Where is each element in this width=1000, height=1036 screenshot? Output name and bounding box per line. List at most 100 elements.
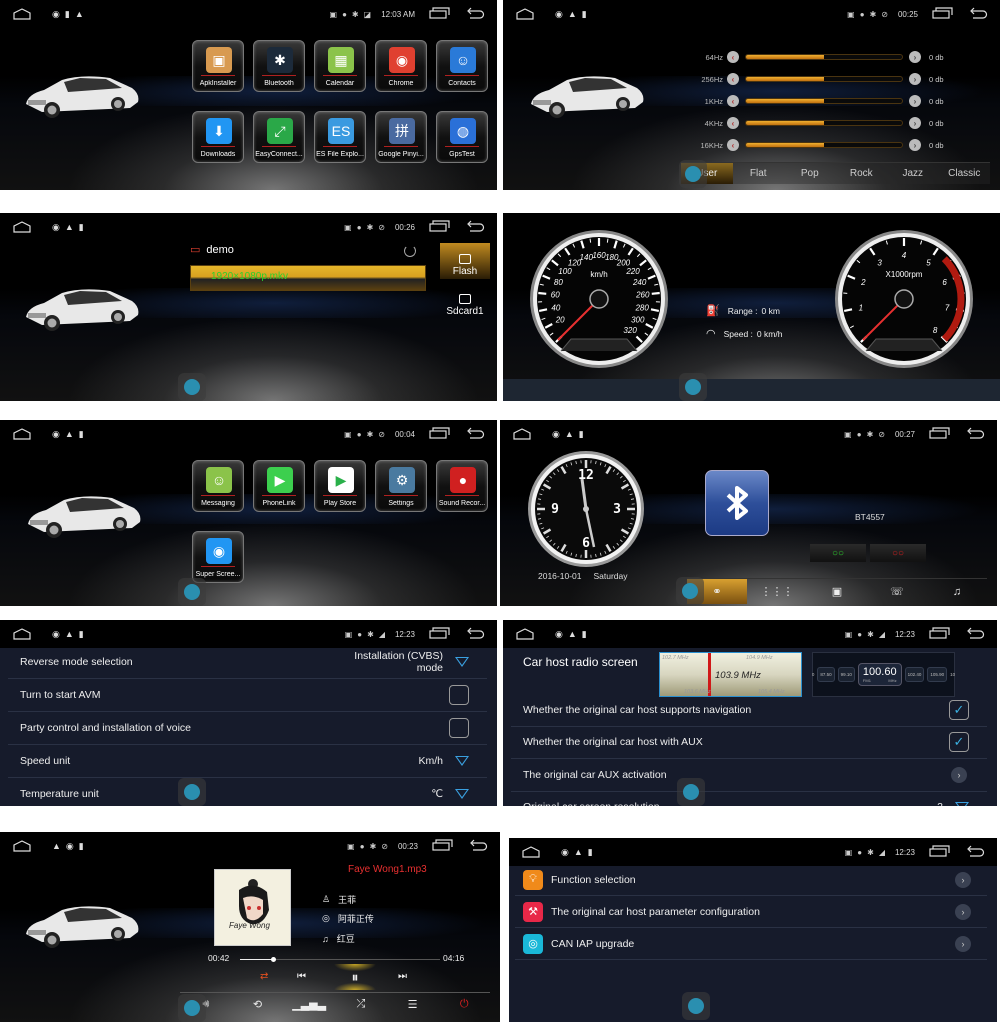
repeat-icon[interactable]: ⟲ xyxy=(232,998,284,1011)
checkbox-unchecked[interactable] xyxy=(449,685,469,705)
eq-slider[interactable] xyxy=(745,76,903,82)
eq-slider[interactable] xyxy=(745,142,903,148)
app-settings[interactable]: ⚙ Settings xyxy=(375,460,427,512)
bt-tab-dialpad[interactable]: ⋮⋮⋮ xyxy=(747,579,807,604)
back-icon[interactable] xyxy=(465,7,485,21)
home-icon[interactable] xyxy=(12,840,32,852)
equalizer-icon[interactable]: ▁▃▅▃ xyxy=(283,998,335,1011)
chevron-right-icon[interactable]: › xyxy=(951,766,967,783)
dropdown-arrow-icon[interactable] xyxy=(455,789,469,799)
bt-tab-contacts-book[interactable]: ▣ xyxy=(807,579,867,604)
app-sound-recor[interactable]: ● Sound Recor... xyxy=(436,460,488,512)
connect-button[interactable]: ○○ xyxy=(810,544,866,562)
app-apkinstaller[interactable]: ▣ ApkInstaller xyxy=(192,40,244,92)
previous-button[interactable]: ⏮ xyxy=(297,971,306,982)
disconnect-button[interactable]: ○○ xyxy=(870,544,926,562)
radio-style-digital-option[interactable]: 0 87.50 99.10 100.60 FM1 MHz 102.40 105.9… xyxy=(812,652,955,697)
recent-apps-icon[interactable] xyxy=(929,845,951,859)
bt-tab-call-log[interactable]: ☏ xyxy=(867,579,927,604)
app-calendar[interactable]: ▦ Calendar xyxy=(314,40,366,92)
increase-button[interactable]: › xyxy=(909,73,921,85)
bt-tab-music-note[interactable]: ♫ xyxy=(927,579,987,604)
increase-button[interactable]: › xyxy=(909,51,921,63)
recent-apps-icon[interactable] xyxy=(932,7,954,21)
app-google-pinyi[interactable]: 拼 Google Pinyi... xyxy=(375,111,427,163)
home-icon[interactable] xyxy=(12,628,32,640)
source-sdcard1[interactable]: Sdcard1 xyxy=(440,283,490,319)
recent-apps-icon[interactable] xyxy=(432,839,454,853)
setting-row[interactable]: The original car AUX activation › xyxy=(511,759,987,792)
home-icon[interactable] xyxy=(521,846,541,858)
checkbox-unchecked[interactable] xyxy=(449,718,469,738)
setting-row[interactable]: Original car screen resolution2 xyxy=(511,792,987,806)
app-bluetooth[interactable]: ✱ Bluetooth xyxy=(253,40,305,92)
pause-button[interactable]: ⏸ xyxy=(330,964,380,990)
setting-row[interactable]: Temperature unit ℃ xyxy=(8,778,487,806)
setting-row[interactable]: Reverse mode selection Installation (CVBS… xyxy=(8,646,487,679)
setting-row[interactable]: Whether the original car host with AUX ✓ xyxy=(511,727,987,759)
home-icon[interactable] xyxy=(515,628,535,640)
app-downloads[interactable]: ⬇ Downloads xyxy=(192,111,244,163)
recent-apps-icon[interactable] xyxy=(429,627,451,641)
preset-tab-jazz[interactable]: Jazz xyxy=(887,163,939,184)
app-messaging[interactable]: ☺ Messaging xyxy=(192,460,244,512)
setting-row[interactable]: Turn to start AVM xyxy=(8,679,487,712)
app-phonelink[interactable]: ▶ PhoneLink xyxy=(253,460,305,512)
chevron-right-icon[interactable]: › xyxy=(955,935,971,952)
back-icon[interactable] xyxy=(465,627,485,641)
recent-apps-icon[interactable] xyxy=(929,427,951,441)
setting-row[interactable]: Whether the original car host supports n… xyxy=(511,694,987,727)
repeat-mode-button[interactable]: ⇄ xyxy=(260,971,268,982)
recent-apps-icon[interactable] xyxy=(929,627,951,641)
back-icon[interactable] xyxy=(465,220,485,234)
home-icon[interactable] xyxy=(515,8,535,20)
playlist-icon[interactable]: ☰ xyxy=(387,998,439,1011)
app-play-store[interactable]: ▶ Play Store xyxy=(314,460,366,512)
eq-slider[interactable] xyxy=(745,120,903,126)
menu-item[interactable]: ⚒ The original car host parameter configu… xyxy=(515,896,987,928)
app-easyconnect[interactable]: ⤢ EasyConnect... xyxy=(253,111,305,163)
recent-apps-icon[interactable] xyxy=(429,7,451,21)
preset-tab-flat[interactable]: Flat xyxy=(733,163,785,184)
floating-assistive-ball[interactable] xyxy=(178,373,206,401)
chevron-right-icon[interactable]: › xyxy=(955,871,971,888)
dropdown-arrow-icon[interactable] xyxy=(955,802,969,806)
decrease-button[interactable]: ‹ xyxy=(727,139,739,151)
floating-assistive-ball[interactable] xyxy=(682,992,710,1020)
floating-assistive-ball[interactable] xyxy=(677,778,705,806)
home-icon[interactable] xyxy=(12,428,32,440)
decrease-button[interactable]: ‹ xyxy=(727,51,739,63)
refresh-icon[interactable] xyxy=(404,245,416,257)
floating-assistive-ball[interactable] xyxy=(679,160,707,188)
setting-row[interactable]: Party control and installation of voice xyxy=(8,712,487,745)
floating-assistive-ball[interactable] xyxy=(178,994,206,1022)
preset-tab-pop[interactable]: Pop xyxy=(784,163,836,184)
source-flash[interactable]: Flash xyxy=(440,243,490,279)
back-icon[interactable] xyxy=(965,845,985,859)
floating-assistive-ball[interactable] xyxy=(178,578,206,606)
floating-assistive-ball[interactable] xyxy=(178,778,206,806)
home-icon[interactable] xyxy=(12,221,32,233)
back-icon[interactable] xyxy=(468,839,488,853)
app-contacts[interactable]: ☺ Contacts xyxy=(436,40,488,92)
menu-item[interactable]: ◎ CAN IAP upgrade › xyxy=(515,928,987,960)
power-icon[interactable]: ⏻ xyxy=(438,998,490,1011)
preset-tab-classic[interactable]: Classic xyxy=(939,163,991,184)
home-icon[interactable] xyxy=(12,8,32,20)
recent-apps-icon[interactable] xyxy=(429,427,451,441)
app-gpstest[interactable]: ◍ GpsTest xyxy=(436,111,488,163)
increase-button[interactable]: › xyxy=(909,117,921,129)
decrease-button[interactable]: ‹ xyxy=(727,117,739,129)
increase-button[interactable]: › xyxy=(909,139,921,151)
next-button[interactable]: ⏭ xyxy=(398,971,407,982)
back-icon[interactable] xyxy=(465,427,485,441)
setting-row[interactable]: Speed unit Km/h xyxy=(8,745,487,778)
dropdown-arrow-icon[interactable] xyxy=(455,657,469,667)
menu-item[interactable]: 💡︎ Function selection › xyxy=(515,864,987,896)
app-super-scree[interactable]: ◉ Super Scree... xyxy=(192,531,244,583)
eq-slider[interactable] xyxy=(745,54,903,60)
preset-tab-rock[interactable]: Rock xyxy=(836,163,888,184)
recent-apps-icon[interactable] xyxy=(429,220,451,234)
floating-assistive-ball[interactable] xyxy=(676,577,704,605)
floating-assistive-ball[interactable] xyxy=(679,373,707,401)
